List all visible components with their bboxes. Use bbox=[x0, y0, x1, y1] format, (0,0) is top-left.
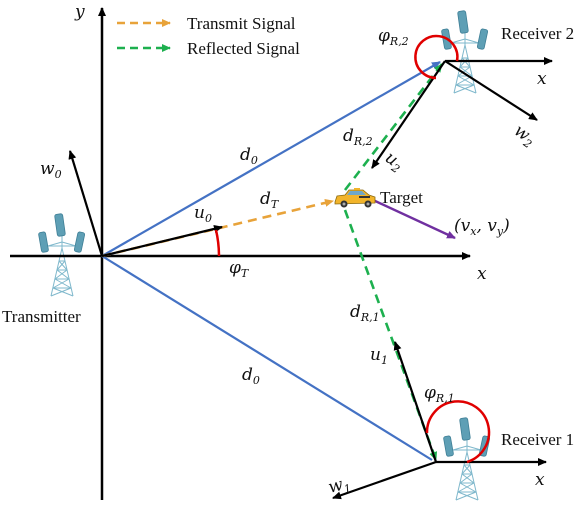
w2-vector bbox=[444, 60, 538, 121]
dR2-label: dR,2 bbox=[343, 126, 373, 148]
phi-R1-label: φR,1 bbox=[424, 383, 455, 405]
legend-transmit-label: Transmit Signal bbox=[187, 14, 296, 33]
dT-label: dT bbox=[260, 189, 280, 211]
phi-T-label: φT bbox=[229, 258, 250, 280]
y-axis-label: y bbox=[74, 2, 85, 22]
receiver1-tower-icon bbox=[442, 417, 491, 501]
diagram-svg: Transmit Signal Reflected Signal Transmi… bbox=[2, 2, 574, 501]
u0-vector bbox=[101, 224, 223, 258]
d0-top-label: d0 bbox=[240, 145, 258, 167]
w0-label: w0 bbox=[40, 159, 62, 181]
w0-vector bbox=[68, 150, 104, 257]
target-car-icon bbox=[334, 188, 376, 208]
legend-reflected-label: Reflected Signal bbox=[187, 39, 300, 58]
target-label: Target bbox=[380, 188, 423, 207]
angle-phi-R1-arc bbox=[425, 400, 491, 464]
receiver1-label: Receiver 1 bbox=[501, 430, 574, 449]
u1-label: u1 bbox=[370, 345, 388, 367]
legend: Transmit Signal Reflected Signal bbox=[117, 14, 300, 58]
receiver2-tower-icon bbox=[440, 10, 489, 94]
w2-label: w2 bbox=[509, 121, 539, 151]
d0-bottom-label: d0 bbox=[242, 365, 260, 387]
velocity-label: (vx, vy) bbox=[454, 216, 510, 238]
u0-label: u0 bbox=[194, 203, 212, 225]
geometry-diagram: Transmit Signal Reflected Signal Transmi… bbox=[0, 0, 586, 506]
receiver2-x-label: x bbox=[537, 69, 547, 89]
transmitter-label: Transmitter bbox=[2, 307, 81, 326]
phi-R2-label: φR,2 bbox=[378, 26, 409, 48]
receiver1-x-label: x bbox=[535, 470, 545, 490]
angle-phi-T-arc bbox=[214, 229, 221, 257]
dR1-label: dR,1 bbox=[350, 302, 380, 324]
receiver2-label: Receiver 2 bbox=[501, 24, 574, 43]
x-axis-label: x bbox=[477, 264, 487, 284]
